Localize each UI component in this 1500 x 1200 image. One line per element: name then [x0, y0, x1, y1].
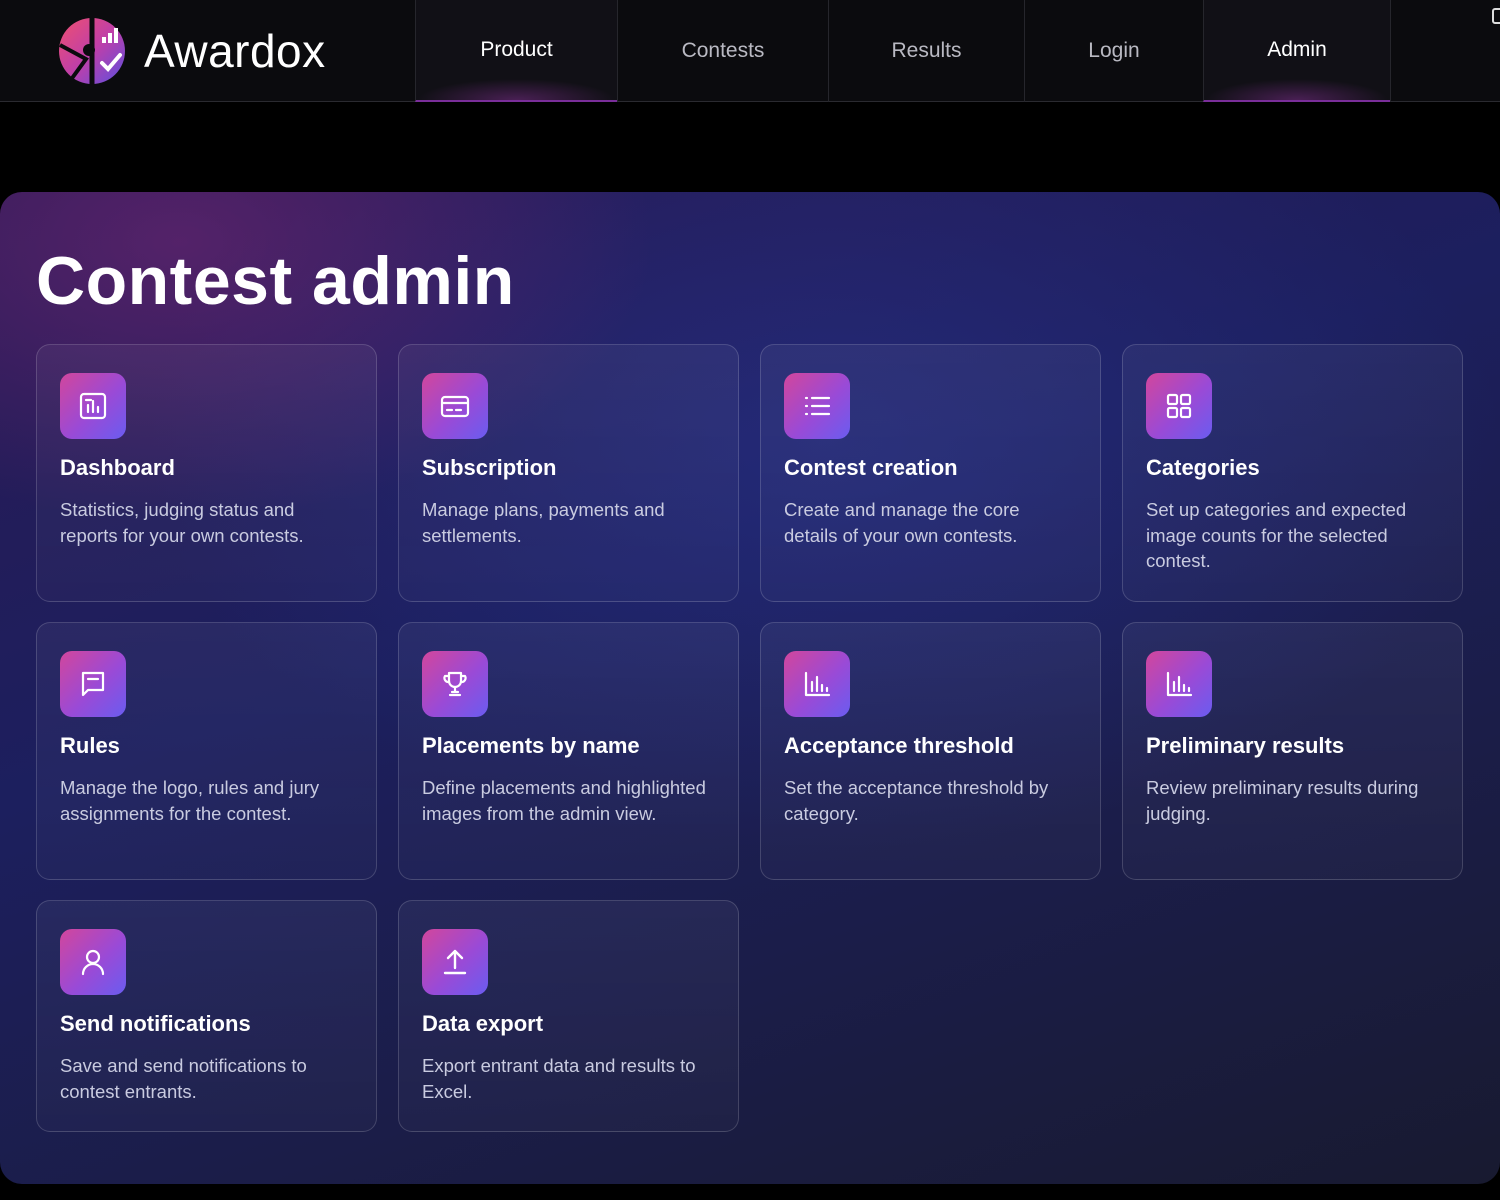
card-description: Manage the logo, rules and jury assignme…: [60, 777, 320, 824]
grid-icon: [1146, 373, 1212, 439]
brand-name: Awardox: [144, 25, 326, 77]
nav-item-login[interactable]: Login: [1024, 0, 1203, 102]
card-title: Placements by name: [422, 733, 640, 758]
bar-chart-icon: [784, 651, 850, 717]
card-data-export[interactable]: Data export Export entrant data and resu…: [398, 900, 739, 1132]
card-title: Data export: [422, 1011, 544, 1036]
card-description: Review preliminary results during judgin…: [1146, 777, 1419, 824]
card-send-notifications[interactable]: Send notifications Save and send notific…: [36, 900, 377, 1132]
card-title: Contest creation: [784, 455, 958, 480]
nav-item-contests[interactable]: Contests: [617, 0, 828, 102]
bar-chart-icon: [1146, 651, 1212, 717]
card-description: Manage plans, payments and settlements.: [422, 499, 665, 546]
card-title: Dashboard: [60, 455, 175, 480]
card-title: Acceptance threshold: [784, 733, 1014, 758]
card-description: Create and manage the core details of yo…: [784, 499, 1020, 546]
card-placements-by-name[interactable]: Placements by name Define placements and…: [398, 622, 739, 880]
nav-item-product[interactable]: Product: [415, 0, 617, 102]
nav-item-results[interactable]: Results: [828, 0, 1024, 102]
brand-logo[interactable]: Awardox: [50, 15, 326, 87]
admin-panel: Contest admin Dashboard Statistics, judg…: [0, 192, 1500, 1184]
nav-item-admin[interactable]: Admin: [1203, 0, 1390, 102]
card-subscription[interactable]: Subscription Manage plans, payments and …: [398, 344, 739, 602]
window-corner-icon[interactable]: [1492, 8, 1500, 24]
admin-card-grid: Dashboard Statistics, judging status and…: [36, 344, 1463, 1158]
card-contest-creation[interactable]: Contest creation Create and manage the c…: [760, 344, 1101, 602]
card-rules[interactable]: Rules Manage the logo, rules and jury as…: [36, 622, 377, 880]
awardox-logo-icon: [59, 18, 125, 84]
top-navigation: Awardox Product Contests Results Login A…: [0, 0, 1500, 102]
dashboard-icon: [60, 373, 126, 439]
card-title: Preliminary results: [1146, 733, 1345, 758]
list-icon: [784, 373, 850, 439]
card-icon: [422, 373, 488, 439]
rules-icon: [60, 651, 126, 717]
upload-icon: [422, 929, 488, 995]
card-dashboard[interactable]: Dashboard Statistics, judging status and…: [36, 344, 377, 602]
card-description: Export entrant data and results to Excel…: [422, 1055, 696, 1102]
main-nav: Product Contests Results Login Admin: [415, 0, 1500, 102]
trophy-icon: [422, 651, 488, 717]
card-description: Define placements and highlighted images…: [422, 777, 706, 824]
card-title: Rules: [60, 733, 120, 758]
card-description: Statistics, judging status and reports f…: [60, 499, 304, 546]
card-title: Subscription: [422, 455, 557, 480]
card-categories[interactable]: Categories Set up categories and expecte…: [1122, 344, 1463, 602]
card-title: Send notifications: [60, 1011, 251, 1036]
card-description: Set the acceptance threshold by category…: [784, 777, 1049, 824]
card-title: Categories: [1146, 455, 1260, 480]
card-description: Save and send notifications to contest e…: [60, 1055, 307, 1102]
page-title: Contest admin: [36, 243, 515, 319]
nav-spacer: [1390, 0, 1500, 102]
card-preliminary-results[interactable]: Preliminary results Review preliminary r…: [1122, 622, 1463, 880]
card-description: Set up categories and expected image cou…: [1146, 499, 1407, 571]
card-acceptance-threshold[interactable]: Acceptance threshold Set the acceptance …: [760, 622, 1101, 880]
user-icon: [60, 929, 126, 995]
